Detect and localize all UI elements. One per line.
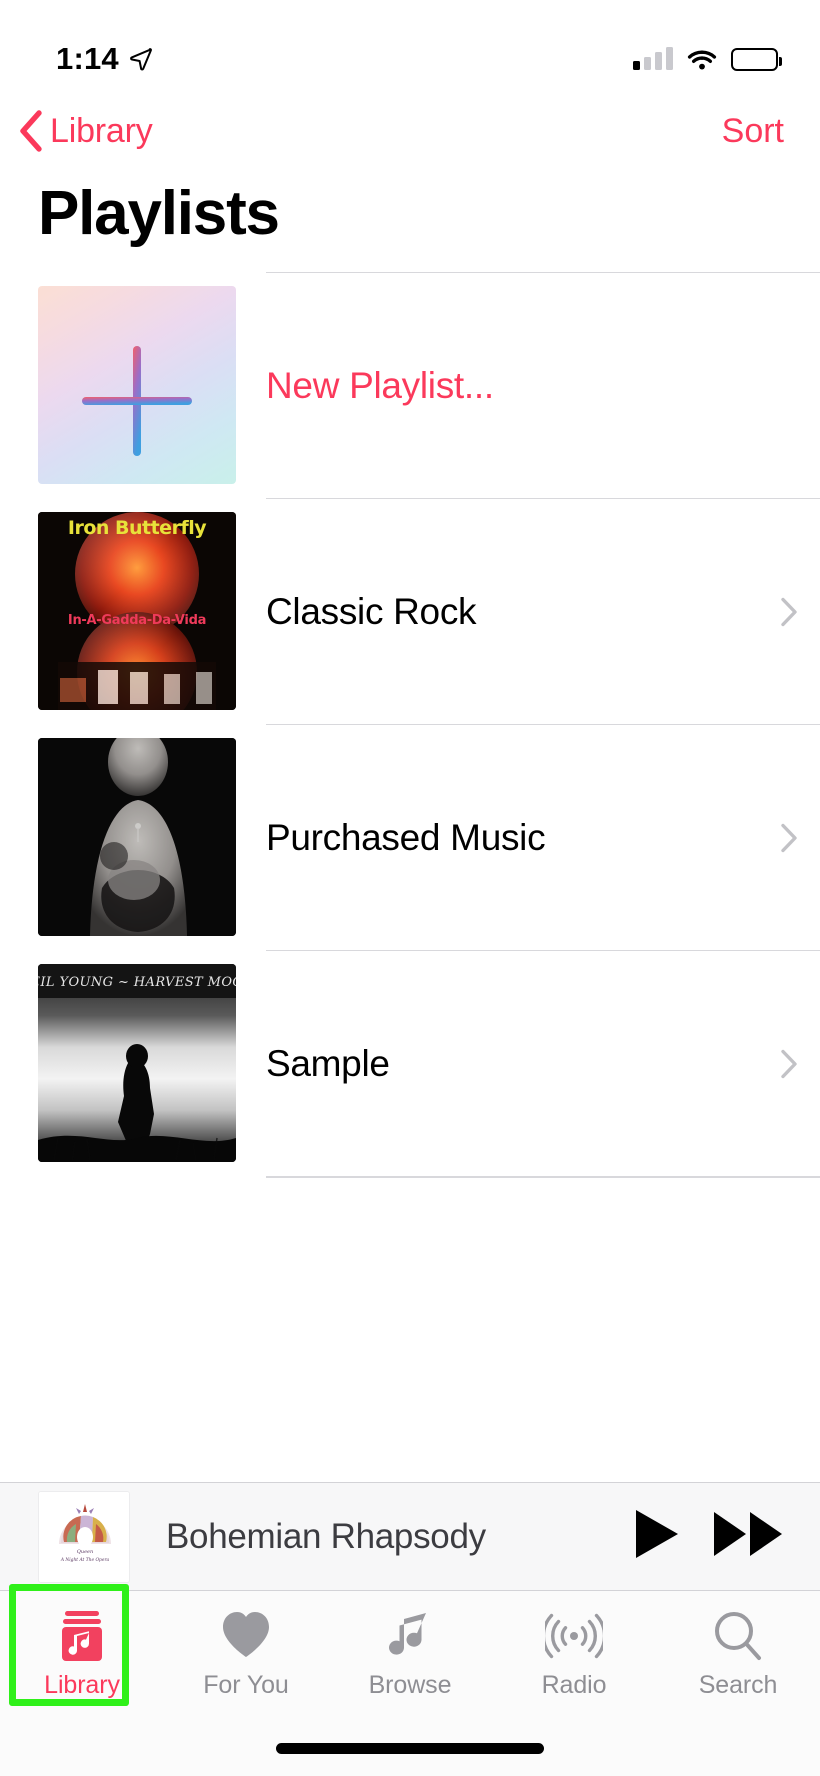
status-bar-right <box>633 47 782 71</box>
album-art-queen-night-at-the-opera-artwork: Queen A Night At The Opera <box>38 1490 130 1583</box>
svg-text:Queen: Queen <box>77 1549 93 1555</box>
new-playlist-gradient-plus-artwork <box>38 286 236 484</box>
album-art-harvest-moon-artwork: NEIL YOUNG ~ HARVEST MOON <box>38 964 236 1162</box>
music-app-screen: 1:14 Library Sort Playlists New Playlist… <box>0 0 820 1776</box>
tab-label: Library <box>44 1671 120 1699</box>
list-item-title: Purchased Music <box>266 816 546 858</box>
chevron-left-icon <box>20 110 42 152</box>
battery-icon <box>731 47 782 71</box>
library-icon <box>58 1605 106 1667</box>
list-bottom-divider <box>266 1176 820 1178</box>
list-item-body: New Playlist... <box>266 272 820 498</box>
back-button-label: Library <box>50 111 153 150</box>
list-item[interactable]: Purchased Music <box>0 724 820 950</box>
playlist-list: New Playlist... Iron Butterfly In-A-Gadd… <box>0 272 820 1178</box>
home-indicator <box>276 1743 544 1754</box>
tab-browse[interactable]: Browse <box>328 1591 492 1731</box>
tab-radio[interactable]: Radio <box>492 1591 656 1731</box>
search-icon <box>712 1605 764 1667</box>
tab-label: For You <box>203 1671 289 1699</box>
list-item-title: New Playlist... <box>266 364 494 406</box>
play-button[interactable] <box>630 1507 682 1566</box>
tab-search[interactable]: Search <box>656 1591 820 1731</box>
wifi-icon <box>687 50 717 70</box>
list-item-title: Classic Rock <box>266 590 477 632</box>
list-item[interactable]: Iron Butterfly In-A-Gadda-Da-Vida Classi… <box>0 498 820 724</box>
tab-label: Radio <box>541 1671 607 1699</box>
list-item[interactable]: New Playlist... <box>0 272 820 498</box>
sort-button[interactable]: Sort <box>722 112 784 151</box>
list-item-body: Purchased Music <box>266 724 820 950</box>
chevron-right-icon <box>781 823 797 852</box>
list-item[interactable]: NEIL YOUNG ~ HARVEST MOON Sample <box>0 950 820 1176</box>
tab-for-you[interactable]: For You <box>164 1591 328 1731</box>
tab-bar: Library For You Browse Radio Search <box>0 1584 820 1776</box>
heart-icon <box>220 1605 272 1667</box>
album-art-iron-butterfly-artwork: Iron Butterfly In-A-Gadda-Da-Vida <box>38 512 236 710</box>
radio-waves-icon <box>545 1605 603 1667</box>
svg-text:A Night At The Opera: A Night At The Opera <box>60 1558 110 1563</box>
status-bar: 1:14 <box>0 0 820 92</box>
now-playing-title: Bohemian Rhapsody <box>166 1516 486 1556</box>
svg-text:Iron Butterfly: Iron Butterfly <box>68 517 207 539</box>
tab-label: Browse <box>368 1671 452 1699</box>
status-time: 1:14 <box>56 41 119 76</box>
tab-library[interactable]: Library <box>0 1584 164 1731</box>
status-bar-left: 1:14 <box>56 41 153 77</box>
back-to-library-button[interactable]: Library <box>18 110 153 152</box>
list-item-body: Sample <box>266 950 820 1176</box>
play-icon <box>636 1510 678 1558</box>
svg-text:NEIL YOUNG ~ HARVEST MOON: NEIL YOUNG ~ HARVEST MOON <box>38 975 236 990</box>
music-notes-icon <box>386 1605 434 1667</box>
chevron-right-icon <box>781 1049 797 1078</box>
tab-label: Search <box>698 1671 778 1699</box>
navigation-bar: Library Sort <box>0 92 820 170</box>
list-item-title: Sample <box>266 1042 390 1084</box>
fast-forward-icon <box>714 1512 782 1556</box>
chevron-right-icon <box>781 597 797 626</box>
page-title: Playlists <box>38 179 280 248</box>
list-item-body: Classic Rock <box>266 498 820 724</box>
svg-text:In-A-Gadda-Da-Vida: In-A-Gadda-Da-Vida <box>68 613 206 628</box>
album-art-bw-portrait-artwork <box>38 738 236 936</box>
cellular-bars-icon <box>633 47 673 70</box>
location-arrow-icon <box>129 48 152 71</box>
mini-player[interactable]: Queen A Night At The Opera Bohemian Rhap… <box>0 1482 820 1590</box>
fast-forward-button[interactable] <box>712 1507 786 1566</box>
